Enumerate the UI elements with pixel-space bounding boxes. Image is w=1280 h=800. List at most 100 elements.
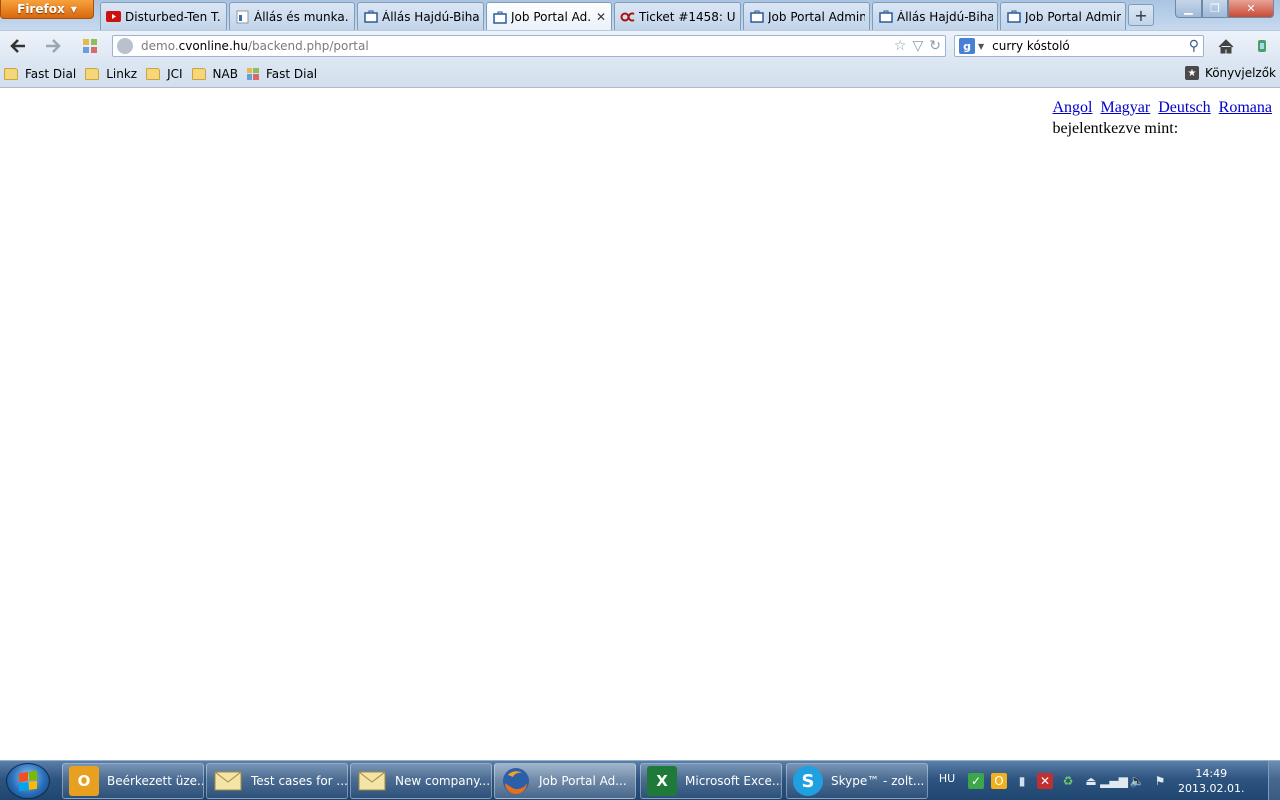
taskbar-item-firefox[interactable]: Job Portal Ad...: [494, 763, 636, 799]
tab-title: Disturbed-Ten T...: [125, 9, 222, 24]
folder-icon: [146, 67, 161, 80]
taskbar: O Beérkezett üze... Test cases for ... N…: [0, 760, 1280, 800]
search-icon[interactable]: ⚲: [1189, 38, 1199, 54]
sync-icon[interactable]: ♻: [1060, 773, 1076, 789]
tab-6[interactable]: Job Portal Admin...: [743, 2, 870, 30]
mail-icon: [357, 766, 387, 796]
bookmark-star-icon[interactable]: ☆: [894, 38, 907, 54]
chevron-down-icon[interactable]: ▼: [978, 42, 984, 51]
security-icon[interactable]: ✓: [968, 773, 984, 789]
taskbar-item-label: Beérkezett üze...: [107, 774, 204, 788]
fast-dial-icon: [246, 67, 259, 80]
address-bar[interactable]: demo.cvonline.hu/backend.php/portal ☆ ▽ …: [112, 35, 946, 57]
bookmark-label: NAB: [212, 66, 238, 81]
taskbar-item-mail-1[interactable]: Test cases for ...: [206, 763, 348, 799]
home-button[interactable]: [1216, 36, 1236, 56]
new-tab-button[interactable]: +: [1128, 4, 1154, 26]
tab-title: Job Portal Admin...: [1025, 9, 1121, 24]
taskbar-item-excel[interactable]: X Microsoft Exce...: [640, 763, 782, 799]
reload-icon[interactable]: ↻: [929, 38, 941, 54]
tab-5[interactable]: Ticket #1458: Usi...: [614, 2, 741, 30]
taskbar-item-label: Job Portal Ad...: [539, 774, 627, 788]
tab-1[interactable]: Disturbed-Ten T...: [100, 2, 227, 30]
url-domain: cvonline.hu: [178, 39, 248, 53]
bookmark-folder[interactable]: JCI: [146, 67, 183, 81]
forward-button[interactable]: [43, 36, 63, 56]
bookmark-folder[interactable]: Fast Dial: [4, 67, 76, 81]
language-link-angol[interactable]: Angol: [1052, 99, 1092, 116]
language-link-magyar[interactable]: Magyar: [1100, 99, 1150, 116]
taskbar-item-label: Test cases for ...: [251, 774, 348, 788]
bookmark-folder[interactable]: Linkz: [85, 67, 137, 81]
globe-icon: [117, 38, 133, 54]
plus-icon: +: [1134, 5, 1148, 25]
network-warning-icon[interactable]: ✕: [1037, 773, 1053, 789]
start-button[interactable]: [6, 763, 50, 799]
address-bar-icons: ☆ ▽ ↻: [894, 38, 941, 54]
tab-3[interactable]: Állás Hajdú-Bihar...: [357, 2, 484, 30]
tab-7[interactable]: Állás Hajdú-Bihar...: [872, 2, 998, 30]
volume-icon[interactable]: 🔈: [1129, 773, 1145, 789]
bookmark-link[interactable]: Fast Dial: [246, 66, 318, 81]
addon-button[interactable]: [1252, 36, 1272, 56]
firefox-menu-button[interactable]: Firefox ▼: [0, 0, 94, 19]
action-center-flag-icon[interactable]: ⚑: [1152, 773, 1168, 789]
tab-title: Állás Hajdú-Bihar...: [897, 9, 993, 24]
tab-title: Állás és munka. ...: [254, 9, 350, 24]
taskbar-item-label: Skype™ - zolt...: [831, 774, 925, 788]
bookmarks-menu-button[interactable]: ★ Könyvjelzők: [1184, 66, 1276, 80]
bookmark-label: Fast Dial: [25, 66, 77, 81]
google-icon[interactable]: g: [959, 38, 975, 54]
ticket-icon: [620, 10, 635, 24]
language-link-romana[interactable]: Romana: [1219, 99, 1272, 116]
taskbar-item-skype[interactable]: S Skype™ - zolt...: [786, 763, 928, 799]
window-controls: ▁ ❐ ✕: [1175, 0, 1274, 18]
search-input[interactable]: [992, 39, 1189, 53]
bookmark-label: Fast Dial: [265, 66, 318, 81]
windows-logo-icon: [19, 770, 37, 792]
show-desktop-button[interactable]: [1268, 761, 1280, 800]
maximize-button[interactable]: ❐: [1202, 0, 1228, 18]
bookmarks-toolbar: Fast Dial Linkz JCI NAB Fast Dial ★ Köny…: [0, 60, 1280, 88]
url-text: demo.cvonline.hu/backend.php/portal: [141, 39, 894, 53]
close-window-button[interactable]: ✕: [1228, 0, 1274, 18]
close-icon: ✕: [1246, 2, 1256, 15]
usb-icon[interactable]: ⏏: [1083, 773, 1099, 789]
firefox-icon: [501, 766, 531, 796]
folder-icon: [4, 67, 18, 80]
taskbar-item-outlook[interactable]: O Beérkezett üze...: [62, 763, 204, 799]
search-bar: g ▼ ⚲: [954, 35, 1204, 57]
outlook-icon: O: [69, 766, 99, 796]
minimize-button[interactable]: ▁: [1175, 0, 1202, 18]
outlook-tray-icon[interactable]: O: [991, 773, 1007, 789]
briefcase-icon: [363, 10, 378, 24]
navigation-bar: demo.cvonline.hu/backend.php/portal ☆ ▽ …: [0, 30, 1280, 60]
briefcase-icon: [878, 10, 893, 24]
input-language-indicator[interactable]: HU: [932, 772, 962, 785]
signal-strength-icon[interactable]: ▂▄▆: [1100, 773, 1128, 789]
minimize-icon: ▁: [1184, 2, 1193, 15]
device-icon[interactable]: ▮: [1014, 773, 1030, 789]
clock-date: 2013.02.01.: [1178, 782, 1245, 795]
back-button[interactable]: [8, 36, 28, 56]
bookmark-folder[interactable]: NAB: [191, 66, 238, 81]
fast-dial-button[interactable]: [80, 36, 100, 56]
forward-arrow-icon: [46, 39, 61, 53]
youtube-icon: [106, 10, 121, 24]
tab-active[interactable]: Job Portal Ad... ✕: [486, 2, 612, 31]
briefcase-icon: [1006, 10, 1021, 24]
clock-time: 14:49: [1195, 767, 1228, 780]
clock[interactable]: 14:49 2013.02.01.: [1178, 766, 1244, 796]
language-link-deutsch[interactable]: Deutsch: [1158, 99, 1210, 116]
chevron-down-icon: ▼: [70, 4, 77, 14]
bookmarks-menu-label: Könyvjelzők: [1204, 66, 1276, 80]
history-dropdown-icon[interactable]: ▽: [912, 38, 923, 54]
tray-icons: ✓ O ▮ ✕ ♻ ⏏ ▂▄▆ 🔈 ⚑: [968, 773, 1168, 789]
language-links: Angol Magyar Deutsch Romana: [1052, 97, 1272, 118]
skype-icon: S: [793, 766, 823, 796]
taskbar-item-mail-2[interactable]: New company...: [350, 763, 492, 799]
tab-title: Ticket #1458: Usi...: [639, 9, 736, 24]
tab-2[interactable]: Állás és munka. ...: [229, 2, 355, 30]
tab-8[interactable]: Job Portal Admin...: [1000, 2, 1126, 30]
close-tab-icon[interactable]: ✕: [595, 10, 607, 24]
